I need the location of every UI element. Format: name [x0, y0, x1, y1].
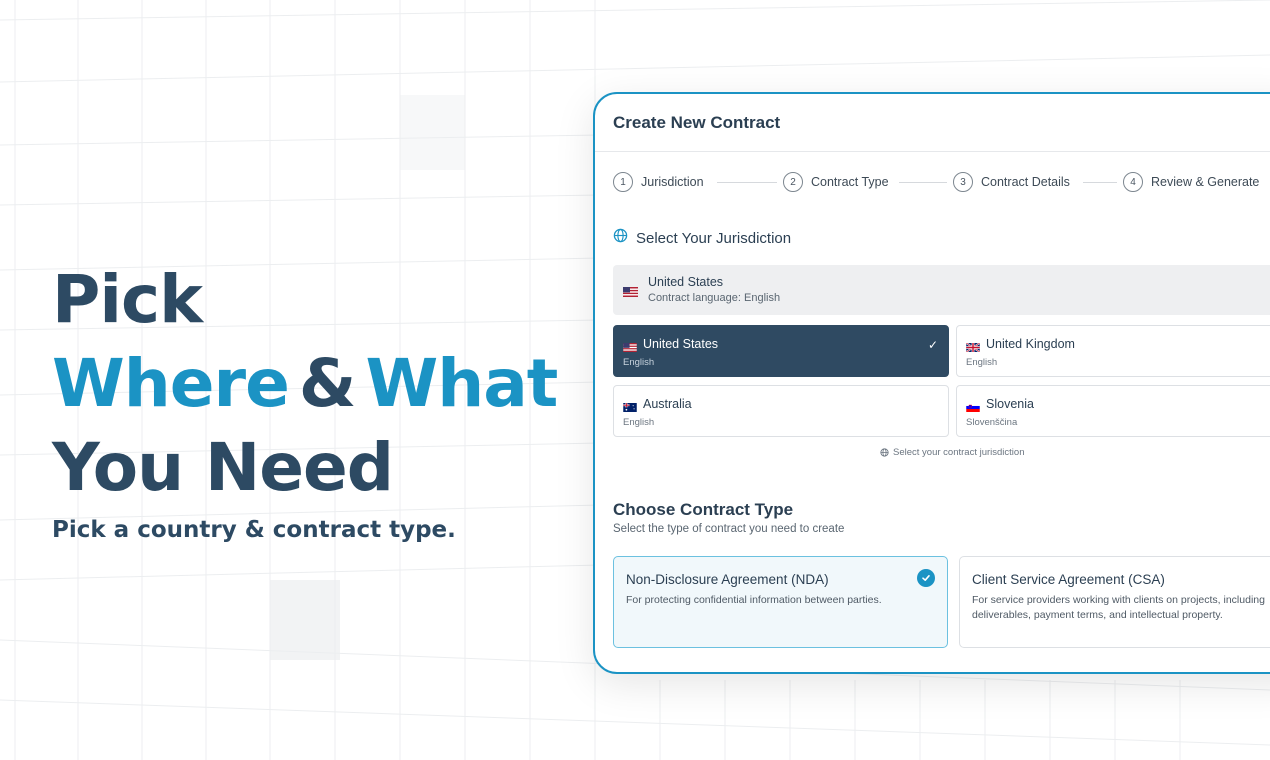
contract-description: For protecting confidential information … [626, 594, 882, 606]
jurisdiction-heading-label: Select Your Jurisdiction [636, 229, 792, 247]
country-language: English [623, 357, 655, 368]
step-number: 4 [1123, 172, 1143, 192]
country-name: United States [643, 337, 719, 351]
country-language: English [623, 417, 655, 428]
hero-tagline: Pick a country & contract type. [52, 517, 456, 543]
step-number: 1 [613, 172, 633, 192]
step-contract-details[interactable]: 3 Contract Details [953, 170, 1070, 194]
contract-option-nda[interactable]: Non-Disclosure Agreement (NDA) For prote… [613, 556, 948, 648]
check-circle-icon [917, 569, 935, 587]
selected-jurisdiction-name: United States [648, 275, 724, 289]
step-label: Contract Type [811, 175, 889, 189]
jurisdiction-hint-text: Select your contract jurisdiction [893, 447, 1025, 458]
dialog-header: Create New Contract [595, 94, 1270, 152]
step-contract-type[interactable]: 2 Contract Type [783, 170, 889, 194]
jurisdiction-heading: Select Your Jurisdiction [613, 228, 791, 248]
step-label: Contract Details [981, 175, 1070, 189]
dialog-title: Create New Contract [613, 113, 781, 132]
contract-name: Client Service Agreement (CSA) [972, 572, 1165, 587]
au-flag-icon [623, 399, 637, 417]
us-flag-icon [623, 284, 638, 302]
checkmark-icon: ✓ [927, 338, 938, 352]
hero-ampersand: & [298, 345, 357, 422]
hero-line-2: Where & What [52, 342, 558, 426]
country-option-united-kingdom[interactable]: United Kingdom English [956, 325, 1270, 377]
step-review-generate[interactable]: 4 Review & Generate [1123, 170, 1259, 194]
hero-word-where: Where [52, 345, 290, 422]
country-option-australia[interactable]: Australia English [613, 385, 949, 437]
contract-description: For service providers working with clien… [972, 594, 1265, 621]
contract-type-subheading: Select the type of contract you need to … [613, 523, 845, 535]
country-option-united-states[interactable]: United States English ✓ [613, 325, 949, 377]
country-option-slovenia[interactable]: Slovenia Slovenščina [956, 385, 1270, 437]
step-label: Jurisdiction [641, 175, 704, 189]
contract-option-csa[interactable]: Client Service Agreement (CSA) For servi… [959, 556, 1270, 648]
step-label: Review & Generate [1151, 175, 1260, 189]
us-flag-icon [623, 339, 637, 357]
country-language: Slovenščina [966, 417, 1018, 428]
globe-icon [613, 228, 628, 248]
step-jurisdiction[interactable]: 1 Jurisdiction [613, 170, 704, 194]
selected-jurisdiction: United States Contract language: English [613, 265, 1270, 315]
jurisdiction-hint: Select your contract jurisdiction [880, 447, 1024, 458]
country-name: Australia [643, 397, 692, 411]
stepper: 1 Jurisdiction 2 Contract Type 3 Contrac… [613, 170, 1270, 194]
country-name: Slovenia [986, 397, 1034, 411]
country-language: English [966, 357, 998, 368]
uk-flag-icon [965, 339, 981, 357]
contract-name: Non-Disclosure Agreement (NDA) [626, 572, 829, 587]
country-name: United Kingdom [986, 337, 1075, 351]
hero-line-1: Pick [52, 261, 203, 338]
contract-type-heading: Choose Contract Type [613, 500, 794, 519]
hero-word-what: What [365, 345, 558, 422]
step-connector [717, 182, 777, 183]
step-connector [899, 182, 947, 183]
si-flag-icon [966, 399, 980, 417]
create-contract-dialog: Create New Contract 1 Jurisdiction 2 Con… [593, 92, 1270, 674]
hero-heading: Pick Where & What You Need [52, 258, 558, 510]
step-number: 3 [953, 172, 973, 192]
step-connector [1083, 182, 1117, 183]
globe-icon [880, 448, 889, 457]
hero-line-3: You Need [52, 429, 394, 506]
selected-jurisdiction-language: Contract language: English [648, 292, 781, 304]
step-number: 2 [783, 172, 803, 192]
